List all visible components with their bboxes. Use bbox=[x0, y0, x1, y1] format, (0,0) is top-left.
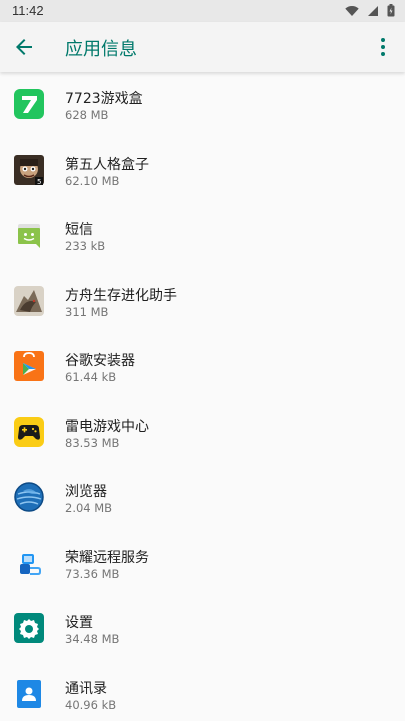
app-name: 方舟生存进化助手 bbox=[65, 287, 177, 304]
identity-v-box-icon: 5 bbox=[14, 154, 44, 185]
app-bar: 应用信息 bbox=[0, 22, 405, 72]
app-name: 第五人格盒子 bbox=[65, 156, 149, 173]
app-name: 设置 bbox=[65, 615, 93, 631]
app-size: 2.04 MB bbox=[65, 501, 113, 515]
messaging-icon bbox=[18, 224, 40, 248]
honor-remote-service-icon bbox=[20, 553, 41, 575]
app-size: 62.10 MB bbox=[65, 173, 120, 188]
page-title: 应用信息 bbox=[65, 39, 137, 60]
app-name: 谷歌安装器 bbox=[65, 353, 135, 369]
more-vert-icon bbox=[381, 38, 385, 56]
contacts-icon bbox=[17, 679, 41, 708]
app-size: 233 kB bbox=[65, 239, 106, 253]
app-list-item[interactable]: 方舟生存进化助手 311 MB bbox=[0, 269, 405, 335]
settings-icon bbox=[14, 613, 44, 643]
app-name: 荣耀远程服务 bbox=[65, 549, 149, 566]
app-size: 73.36 MB bbox=[65, 566, 120, 581]
app-list-item[interactable]: 短信 233 kB bbox=[0, 203, 405, 269]
app-size: 628 MB bbox=[65, 108, 109, 122]
app-list-item[interactable]: 7723游戏盒 628 MB bbox=[0, 72, 405, 138]
status-time: 11:42 bbox=[12, 3, 44, 18]
app-size: 311 MB bbox=[65, 304, 109, 319]
battery-icon bbox=[387, 4, 395, 17]
more-options-button[interactable] bbox=[371, 35, 395, 59]
ldplayer-game-center-icon bbox=[14, 416, 44, 447]
browser-icon bbox=[14, 482, 44, 512]
app-list-item[interactable]: 通讯录 40.96 kB bbox=[0, 662, 405, 721]
app-list-item[interactable]: 谷歌安装器 61.44 kB bbox=[0, 334, 405, 400]
7723-game-box-icon bbox=[14, 89, 44, 119]
status-bar: 11:42 bbox=[0, 0, 405, 22]
app-list-item[interactable]: 荣耀远程服务 73.36 MB bbox=[0, 531, 405, 597]
google-installer-icon bbox=[14, 351, 44, 381]
app-size: 61.44 kB bbox=[65, 370, 117, 384]
app-name: 短信 bbox=[65, 222, 93, 238]
svg-text:5: 5 bbox=[37, 178, 41, 185]
app-list-item[interactable]: 设置 34.48 MB bbox=[0, 596, 405, 662]
ark-survival-helper-icon bbox=[14, 285, 44, 316]
app-size: 40.96 kB bbox=[65, 697, 117, 712]
app-name: 浏览器 bbox=[65, 484, 107, 500]
arrow-back-icon bbox=[16, 39, 32, 55]
app-list-item[interactable]: 浏览器 2.04 MB bbox=[0, 465, 405, 531]
app-size: 34.48 MB bbox=[65, 632, 120, 646]
app-name: 通讯录 bbox=[65, 680, 107, 697]
app-size: 83.53 MB bbox=[65, 435, 120, 450]
app-list-item[interactable]: 5 第五人格盒子 62.10 MB bbox=[0, 138, 405, 204]
status-icons bbox=[345, 4, 395, 17]
back-button[interactable] bbox=[12, 35, 36, 59]
wifi-icon bbox=[345, 5, 359, 17]
app-name: 7723游戏盒 bbox=[65, 91, 143, 107]
app-name: 雷电游戏中心 bbox=[65, 418, 149, 435]
app-list-item[interactable]: 雷电游戏中心 83.53 MB bbox=[0, 400, 405, 466]
app-list: 7723游戏盒 628 MB 5 第五人格盒子 62.10 MB 短信 233 … bbox=[0, 72, 405, 721]
signal-icon bbox=[367, 5, 379, 17]
